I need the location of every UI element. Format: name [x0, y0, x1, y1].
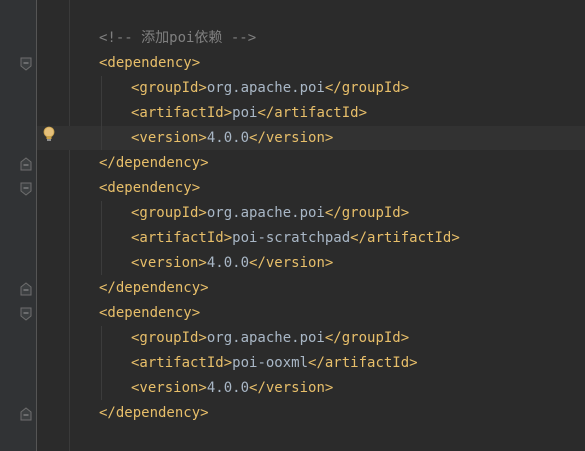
code-line[interactable]: <dependency>: [99, 176, 200, 201]
xml-tag: </version>: [249, 255, 334, 271]
code-line[interactable]: <artifactId>poi-ooxml</artifactId>: [131, 351, 418, 376]
xml-tag: </groupId>: [324, 80, 410, 96]
fold-marker-icon[interactable]: [20, 307, 32, 321]
xml-tag: </version>: [249, 380, 334, 396]
indent-guide: [101, 201, 102, 275]
xml-tag: </artifactId>: [308, 355, 418, 371]
margin-guide: [69, 0, 70, 451]
xml-tag: <groupId>: [131, 80, 207, 96]
indent-guide: [101, 76, 102, 150]
code-line[interactable]: <dependency>: [99, 301, 200, 326]
fold-marker-icon[interactable]: [20, 282, 32, 296]
xml-tag: <artifactId>: [131, 355, 233, 371]
gutter-divider: [36, 0, 37, 451]
xml-tag: </dependency>: [99, 405, 209, 421]
code-comment: <!-- 添加poi依赖 -->: [99, 30, 257, 46]
xml-tag: <dependency>: [99, 55, 201, 71]
tag-value: 4.0.0: [206, 255, 250, 271]
xml-tag: <version>: [131, 380, 207, 396]
code-line[interactable]: <version>4.0.0</version>: [131, 376, 333, 401]
xml-tag: <dependency>: [99, 305, 201, 321]
code-editor[interactable]: <!-- 添加poi依赖 --> <dependency> <groupId>org…: [0, 0, 585, 451]
xml-tag: <artifactId>: [131, 105, 233, 121]
xml-tag: <groupId>: [131, 330, 207, 346]
code-line[interactable]: <artifactId>poi-scratchpad</artifactId>: [131, 226, 460, 251]
tag-value: org.apache.poi: [206, 205, 325, 221]
xml-tag: </dependency>: [99, 155, 209, 171]
code-line[interactable]: <!-- 添加poi依赖 -->: [99, 26, 256, 51]
tag-value: poi-ooxml: [232, 355, 309, 371]
tag-value: poi-scratchpad: [232, 230, 351, 246]
fold-marker-icon[interactable]: [20, 407, 32, 421]
xml-tag: </groupId>: [324, 205, 410, 221]
fold-marker-icon[interactable]: [20, 182, 32, 196]
xml-tag: <version>: [131, 130, 207, 146]
code-line[interactable]: </dependency>: [99, 276, 209, 301]
xml-tag: </version>: [249, 130, 334, 146]
code-line[interactable]: <dependency>: [99, 51, 200, 76]
xml-tag: <artifactId>: [131, 230, 233, 246]
fold-marker-icon[interactable]: [20, 57, 32, 71]
xml-tag: <groupId>: [131, 205, 207, 221]
code-line[interactable]: <version>4.0.0</version>: [131, 126, 333, 151]
indent-guide: [101, 326, 102, 400]
xml-tag: <version>: [131, 255, 207, 271]
code-line[interactable]: </dependency>: [99, 151, 209, 176]
tag-value: poi: [232, 105, 258, 121]
tag-value: org.apache.poi: [206, 330, 325, 346]
xml-tag: <dependency>: [99, 180, 201, 196]
lightbulb-icon[interactable]: [42, 126, 56, 142]
xml-tag: </dependency>: [99, 280, 209, 296]
xml-tag: </groupId>: [324, 330, 410, 346]
xml-tag: </artifactId>: [350, 230, 460, 246]
tag-value: 4.0.0: [206, 130, 250, 146]
tag-value: 4.0.0: [206, 380, 250, 396]
code-line[interactable]: <artifactId>poi</artifactId>: [131, 101, 367, 126]
code-line[interactable]: <groupId>org.apache.poi</groupId>: [131, 76, 409, 101]
xml-tag: </artifactId>: [257, 105, 368, 121]
tag-value: org.apache.poi: [206, 80, 325, 96]
code-line[interactable]: <groupId>org.apache.poi</groupId>: [131, 201, 409, 226]
fold-marker-icon[interactable]: [20, 157, 32, 171]
code-line[interactable]: </dependency>: [99, 401, 209, 426]
code-line[interactable]: <version>4.0.0</version>: [131, 251, 333, 276]
code-line[interactable]: <groupId>org.apache.poi</groupId>: [131, 326, 409, 351]
